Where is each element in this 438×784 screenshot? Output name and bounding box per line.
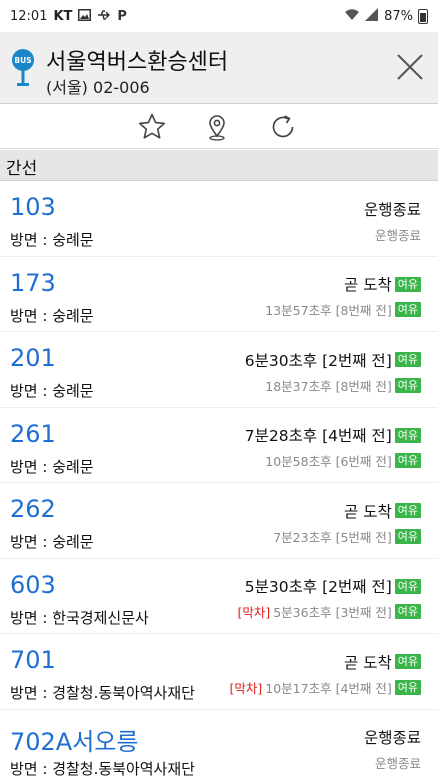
stop-id: (서울) 02-006 [46,78,150,97]
route-number: 173 [10,268,56,297]
location-pin-icon [209,115,225,141]
close-icon [397,54,423,80]
carrier-label: KT [53,8,73,24]
route-number: 702A서오릉 [10,727,139,756]
first-arrival: 6분30초후 [2번째 전] [244,351,392,370]
route-direction: 방면 : 숭례문 [10,231,94,249]
first-arrival: 5분30초후 [2번째 전] [244,578,392,596]
refresh-button[interactable] [268,112,298,142]
battery-icon [418,8,428,24]
second-arrival: 7분23초후 [5번째 전] [273,529,392,545]
second-arrival: 운행종료 [374,227,421,243]
first-arrival: 운행종료 [363,729,421,747]
second-arrival: 13분57초후 [8번째 전] [265,303,392,318]
congestion-badge: 여유 [394,503,421,518]
route-list: 103 방면 : 숭례문 운행종료 운행종료 173 방면 : 숭례문 곧 도착… [0,181,438,784]
star-icon [138,113,166,139]
clock: 12:01 [10,8,48,24]
congestion-badge: 여유 [394,276,421,292]
second-arrival: 운행종료 [374,756,421,771]
route-row[interactable]: 702A서오릉 방면 : 경찰청.동북아역사재단 운행종료 운행종료 [0,709,438,784]
route-number: 201 [10,344,56,372]
close-button[interactable] [393,50,427,84]
favorite-button[interactable] [137,112,167,142]
first-arrival: 곧 도착 [344,276,392,294]
congestion-badge: 여유 [394,377,421,393]
battery-percent: 87% [384,8,413,24]
image-notification-icon [78,8,92,24]
route-direction: 방면 : 숭례문 [10,533,94,551]
route-row[interactable]: 201 방면 : 숭례문 6분30초후 [2번째 전] 여유 18분37초후 [8… [0,332,438,408]
route-row[interactable]: 262 방면 : 숭례문 곧 도착 여유 7분23초후 [5번째 전] 여유 [0,483,438,559]
congestion-badge: 여유 [394,578,421,594]
route-direction: 방면 : 숭례문 [10,306,94,325]
route-direction: 방면 : 숭례문 [10,457,94,476]
congestion-badge: 여유 [394,302,421,317]
first-arrival: 7분28초후 [4번째 전] [244,427,392,445]
map-location-button[interactable] [202,112,232,142]
congestion-badge: 여유 [394,352,421,367]
congestion-badge: 여유 [394,528,421,544]
route-row[interactable]: 103 방면 : 숭례문 운행종료 운행종료 [0,181,438,257]
stop-header: BUS 서울역버스환승센터 (서울) 02-006 [0,32,438,104]
congestion-badge: 여유 [394,679,421,695]
second-arrival: 10분17초후 [4번째 전] [265,680,392,696]
stop-title: 서울역버스환승센터 [46,50,229,75]
route-row[interactable]: 173 방면 : 숭례문 곧 도착 여유 13분57초후 [8번째 전] 여유 [0,256,438,332]
bus-stop-icon-label: BUS [14,56,31,65]
action-toolbar [0,105,438,149]
congestion-badge: 여유 [394,453,421,468]
route-number: 261 [10,419,56,448]
route-direction: 방면 : 한국경제신문사 [10,608,149,627]
route-row[interactable]: 261 방면 : 숭례문 7분28초후 [4번째 전] 여유 10분58초후 [6… [0,407,438,483]
congestion-badge: 여유 [394,427,421,443]
signal-icon [365,7,379,25]
usb-icon [97,9,111,24]
route-number: 603 [10,570,56,599]
route-number: 262 [10,495,56,523]
congestion-badge: 여유 [394,604,421,619]
last-bus-label: [막차] [229,680,263,696]
wifi-icon [344,8,360,25]
last-bus-label: [막차] [237,605,271,620]
first-arrival: 곧 도착 [344,502,392,521]
first-arrival: 곧 도착 [344,653,392,672]
route-type-section-header: 간선 [0,150,438,181]
second-arrival: 10분58초후 [6번째 전] [265,454,392,469]
route-direction: 방면 : 경찰청.동북아역사재단 [10,759,195,778]
bus-stop-icon: BUS [11,48,35,88]
refresh-icon [272,115,294,138]
congestion-badge: 여유 [394,654,421,669]
route-direction: 방면 : 경찰청.동북아역사재단 [10,684,195,702]
route-number: 103 [10,193,56,221]
route-number: 701 [10,646,56,674]
route-row[interactable]: 701 방면 : 경찰청.동북아역사재단 곧 도착 여유 [막차] 10분17초후 … [0,634,438,710]
parking-app-icon: P [117,8,127,24]
first-arrival: 운행종료 [363,200,421,219]
route-row[interactable]: 603 방면 : 한국경제신문사 5분30초후 [2번째 전] 여유 [막차] 5분… [0,558,438,634]
second-arrival: 5분36초후 [3번째 전] [273,605,392,620]
route-direction: 방면 : 숭례문 [10,382,94,400]
status-bar: 12:01 KT P 87% [0,0,438,32]
second-arrival: 18분37초후 [8번째 전] [265,378,392,394]
